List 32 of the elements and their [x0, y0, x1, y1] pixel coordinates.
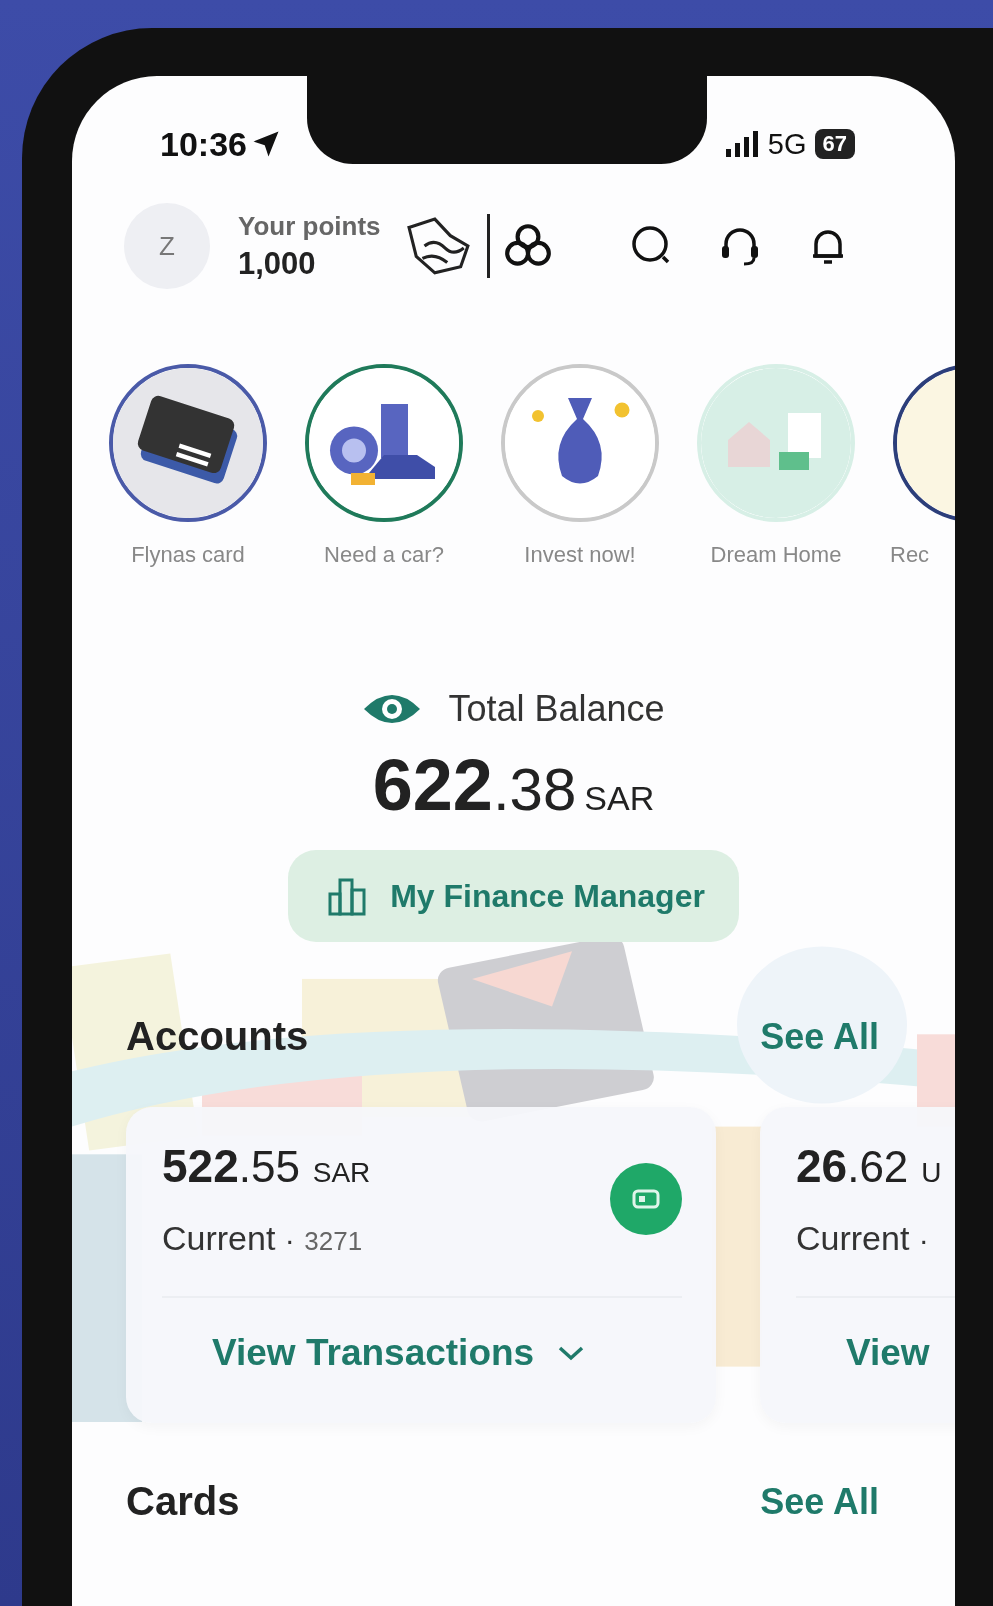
story-label: Invest now! [524, 542, 636, 568]
view-transactions-button[interactable]: View [822, 1322, 954, 1384]
balance-amount: 622.38 SAR [372, 744, 655, 826]
see-all-link[interactable]: See All [760, 1015, 879, 1058]
status-time: 10:36 [160, 124, 247, 164]
account-card[interactable]: 522.55 SAR Current · 3271 View Transactions [126, 1107, 716, 1423]
signal-icon [725, 131, 760, 157]
section-title: Cards [126, 1479, 240, 1524]
points-label: Your points [238, 210, 381, 242]
card-stack-icon [113, 368, 263, 518]
account-balance: 522.55 SAR [162, 1139, 371, 1193]
see-all-link[interactable]: See All [760, 1480, 879, 1523]
car-target-icon [309, 368, 459, 518]
card-icon[interactable] [610, 1162, 682, 1235]
story-label: Rec [890, 542, 930, 568]
battery-level: 67 [814, 129, 855, 159]
house-exchange-icon [701, 368, 851, 518]
view-transactions-button[interactable]: View Transactions [188, 1322, 611, 1384]
story-label: Need a car? [324, 542, 444, 568]
account-card[interactable]: 26.62 U Current · View [760, 1107, 955, 1423]
network-label: 5G [767, 127, 807, 161]
balance-label: Total Balance [448, 688, 665, 730]
avatar[interactable]: Z [124, 203, 210, 289]
story-label: Flynas card [131, 542, 245, 568]
money-bag-icon [505, 368, 655, 518]
account-type: Current · 3271 [162, 1219, 364, 1258]
finance-manager-button[interactable]: My Finance Manager [288, 850, 739, 942]
account-balance: 26.62 U [796, 1139, 942, 1193]
story-label: Dream Home [710, 542, 842, 568]
points-value: 1,000 [238, 245, 317, 282]
section-title: Accounts [126, 1014, 309, 1059]
account-type: Current · [796, 1219, 930, 1258]
